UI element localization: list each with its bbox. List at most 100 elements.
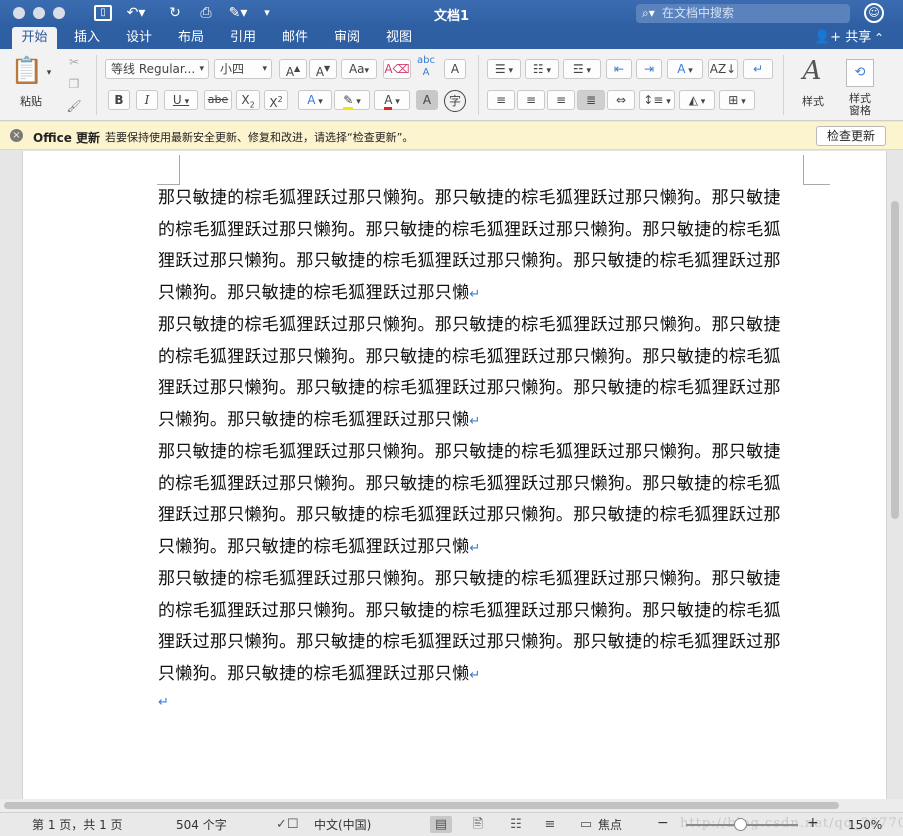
cut-icon[interactable]: ✂ xyxy=(64,52,84,72)
highlight-button[interactable]: ✎ ▾ xyxy=(334,90,370,110)
search-placeholder: 在文档中搜索 xyxy=(662,6,735,20)
font-size-value: 小四 xyxy=(220,62,245,76)
check-updates-button[interactable]: 检查更新 xyxy=(816,126,886,146)
justify-icon: ≣ xyxy=(585,93,597,107)
italic-button[interactable]: I xyxy=(136,90,158,110)
draft-view-icon[interactable]: ≡ xyxy=(540,816,560,833)
vertical-scrollbar[interactable] xyxy=(891,201,899,519)
align-center-button[interactable]: ≡ xyxy=(517,90,545,110)
document-page[interactable]: 那只敏捷的棕毛狐狸跃过那只懒狗。那只敏捷的棕毛狐狸跃过那只懒狗。那只敏捷的棕毛狐… xyxy=(22,151,887,799)
ribbon-tabs: 开始 插入 设计 布局 引用 邮件 审阅 视图 👤+ 共享 ⌃ xyxy=(0,27,903,49)
tab-home[interactable]: 开始 xyxy=(12,27,57,49)
zoom-in-button[interactable]: + xyxy=(807,816,819,830)
tab-references[interactable]: 引用 xyxy=(222,27,264,49)
align-right-icon: ≡ xyxy=(555,93,567,107)
grow-font-label: A xyxy=(285,65,295,79)
bullets-button[interactable]: ☰ ▾ xyxy=(487,59,521,79)
feedback-smiley-icon[interactable]: ☺ xyxy=(864,3,884,23)
strikethrough-button[interactable]: abe xyxy=(204,90,232,110)
sort-az-icon: AZ↓ xyxy=(709,62,737,76)
phonetic-guide-button[interactable]: abc A xyxy=(414,55,438,83)
copy-icon[interactable]: ❐ xyxy=(64,74,84,94)
clear-formatting-button[interactable]: A⌫ xyxy=(383,59,411,79)
numbering-button[interactable]: ☷ ▾ xyxy=(525,59,559,79)
zoom-level[interactable]: 150% xyxy=(848,818,882,832)
line-spacing-button[interactable]: ↕≡ ▾ xyxy=(639,90,675,110)
borders-button[interactable]: ⊞ ▾ xyxy=(719,90,755,110)
paste-label: 粘贴 xyxy=(20,95,42,108)
shrink-font-label: A xyxy=(315,65,325,79)
show-paragraph-marks-button[interactable]: ↵ xyxy=(743,59,773,79)
search-input[interactable]: ⌕▾ 在文档中搜索 xyxy=(636,4,850,23)
word-count[interactable]: 504 个字 xyxy=(176,818,227,832)
increase-indent-button[interactable]: ⇥ xyxy=(636,59,662,79)
paragraph[interactable]: 那只敏捷的棕毛狐狸跃过那只懒狗。那只敏捷的棕毛狐狸跃过那只懒狗。那只敏捷的棕毛狐… xyxy=(158,310,786,438)
web-layout-icon[interactable]: 🖹 xyxy=(468,816,488,833)
enclose-character-button[interactable]: 字 xyxy=(444,90,466,112)
distributed-icon: ⇔ xyxy=(615,93,627,107)
print-layout-icon[interactable]: ▤ xyxy=(430,816,452,833)
empty-paragraph-mark-icon[interactable]: ↵ xyxy=(158,695,169,710)
multilevel-list-icon: ☲ xyxy=(572,62,584,76)
tab-view[interactable]: 视图 xyxy=(378,27,420,49)
align-right-button[interactable]: ≡ xyxy=(547,90,575,110)
ribbon-separator xyxy=(478,55,479,115)
numbered-list-icon: ☷ xyxy=(532,62,544,76)
horizontal-scrollbar[interactable] xyxy=(4,802,839,809)
shading-button[interactable]: ◭ ▾ xyxy=(679,90,715,110)
underline-button[interactable]: U ▾ xyxy=(164,90,198,110)
paste-dropdown-icon[interactable]: ▾ xyxy=(44,63,54,83)
font-size-select[interactable]: 小四 ▾ xyxy=(214,59,272,79)
tab-review[interactable]: 审阅 xyxy=(326,27,368,49)
distributed-button[interactable]: ⇔ xyxy=(607,90,635,110)
styles-gallery-icon[interactable]: A xyxy=(792,55,832,87)
font-color-button[interactable]: A ▾ xyxy=(374,90,410,110)
paragraph[interactable]: 那只敏捷的棕毛狐狸跃过那只懒狗。那只敏捷的棕毛狐狸跃过那只懒狗。那只敏捷的棕毛狐… xyxy=(158,564,786,692)
zoom-out-button[interactable]: − xyxy=(657,816,669,830)
change-case-button[interactable]: Aa▾ xyxy=(341,59,377,79)
asian-layout-button[interactable]: A ▾ xyxy=(667,59,703,79)
grow-font-button[interactable]: A▲ xyxy=(279,59,307,79)
close-icon[interactable]: × xyxy=(10,129,23,142)
ribbon-separator xyxy=(783,55,784,115)
bold-button[interactable]: B xyxy=(108,90,130,110)
paste-icon[interactable]: 📋 xyxy=(10,55,44,89)
justify-button[interactable]: ≣ xyxy=(577,90,605,110)
text-effects-button[interactable]: A ▾ xyxy=(298,90,332,110)
styles-pane-icon[interactable]: ⟲ xyxy=(846,59,874,87)
focus-icon[interactable]: ▭ xyxy=(577,816,595,833)
chevron-down-icon: ▾ xyxy=(199,64,204,74)
multilevel-list-button[interactable]: ☲ ▾ xyxy=(563,59,601,79)
margin-corner-mark xyxy=(157,155,180,185)
tab-layout[interactable]: 布局 xyxy=(170,27,212,49)
character-border-button[interactable]: A xyxy=(444,59,466,79)
ribbon-separator xyxy=(96,55,97,115)
collapse-ribbon-icon[interactable]: ⌃ xyxy=(874,29,884,47)
tab-mailings[interactable]: 邮件 xyxy=(274,27,316,49)
font-name-select[interactable]: 等线 Regular... ▾ xyxy=(105,59,209,79)
tab-design[interactable]: 设计 xyxy=(118,27,160,49)
search-icon: ⌕▾ xyxy=(642,6,655,20)
message-text: 若要保持使用最新安全更新、修复和改进，请选择“检查更新”。 xyxy=(105,131,414,144)
proofing-icon[interactable]: ✓☐ xyxy=(276,816,299,833)
chevron-down-icon: ▾ xyxy=(262,64,267,74)
sort-button[interactable]: AZ↓ xyxy=(708,59,738,79)
tab-insert[interactable]: 插入 xyxy=(66,27,108,49)
paragraph[interactable]: 那只敏捷的棕毛狐狸跃过那只懒狗。那只敏捷的棕毛狐狸跃过那只懒狗。那只敏捷的棕毛狐… xyxy=(158,183,786,311)
shrink-font-button[interactable]: A▼ xyxy=(309,59,337,79)
decrease-indent-button[interactable]: ⇤ xyxy=(606,59,632,79)
page-count[interactable]: 第 1 页，共 1 页 xyxy=(32,818,123,832)
bullet-list-icon: ☰ xyxy=(494,62,506,76)
share-button[interactable]: 👤+ 共享 xyxy=(814,29,871,47)
paragraph[interactable]: 那只敏捷的棕毛狐狸跃过那只懒狗。那只敏捷的棕毛狐狸跃过那只懒狗。那只敏捷的棕毛狐… xyxy=(158,437,786,565)
language[interactable]: 中文(中国) xyxy=(314,818,371,832)
outline-view-icon[interactable]: ☷ xyxy=(506,816,526,833)
align-left-button[interactable]: ≡ xyxy=(487,90,515,110)
zoom-slider-thumb[interactable] xyxy=(734,818,747,831)
superscript-button[interactable]: X2 xyxy=(264,90,288,110)
format-painter-icon[interactable]: 🖌 xyxy=(64,96,84,116)
focus-label[interactable]: 焦点 xyxy=(598,818,622,832)
horizontal-scrollbar-track xyxy=(0,799,903,812)
character-shading-button[interactable]: A xyxy=(416,90,438,110)
subscript-button[interactable]: X2 xyxy=(236,90,260,110)
